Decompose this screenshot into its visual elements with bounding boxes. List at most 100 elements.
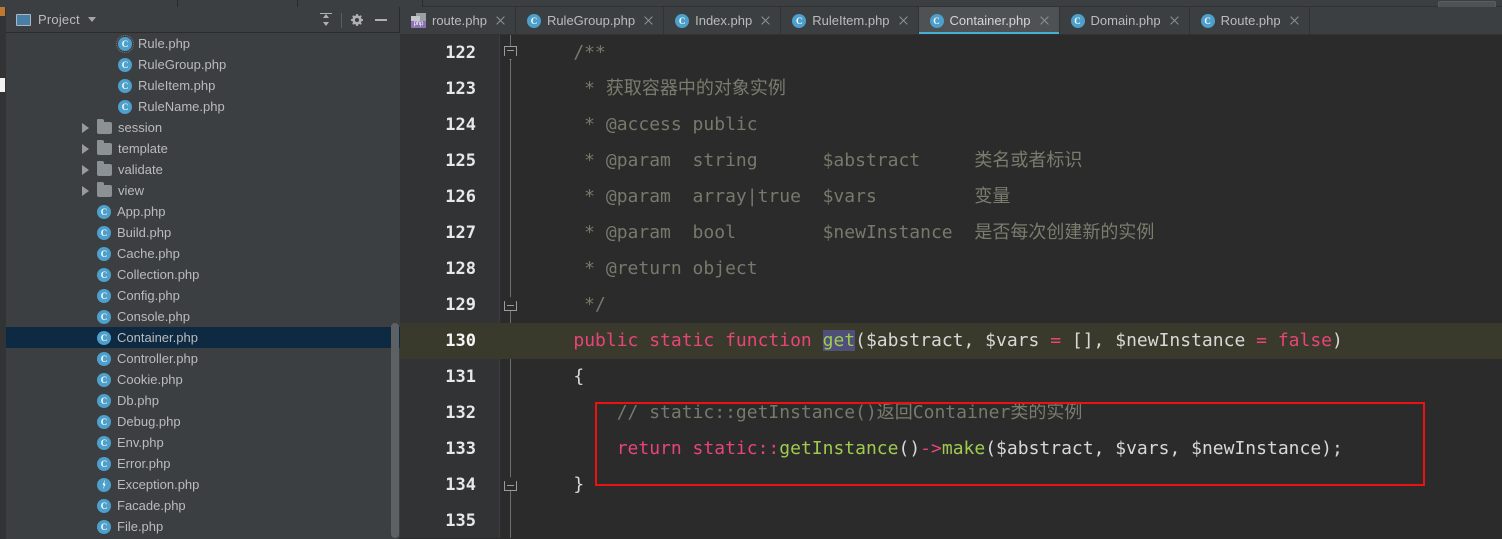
minimize-icon bbox=[375, 19, 387, 21]
tree-item-label: Config.php bbox=[117, 288, 180, 303]
code-line-125[interactable]: 125 * @param string $abstract 类名或者标识 bbox=[400, 143, 1502, 179]
editor-tab-container-php[interactable]: C Container.php bbox=[918, 7, 1060, 34]
tree-item-rule-php[interactable]: C Rule.php bbox=[6, 33, 400, 54]
tree-item-validate[interactable]: validate bbox=[6, 159, 400, 180]
line-number: 134 bbox=[445, 475, 476, 495]
tree-item-error-php[interactable]: C Error.php bbox=[6, 453, 400, 474]
close-icon[interactable] bbox=[495, 15, 506, 26]
code-line-132[interactable]: 132 // static::getInstance()返回Container类… bbox=[400, 395, 1502, 431]
close-icon[interactable] bbox=[1169, 15, 1180, 26]
tree-item-session[interactable]: session bbox=[6, 117, 400, 138]
tree-item-controller-php[interactable]: C Controller.php bbox=[6, 348, 400, 369]
code-token: = bbox=[1256, 330, 1267, 351]
tree-item-collection-php[interactable]: C Collection.php bbox=[6, 264, 400, 285]
php-class-icon: C bbox=[97, 330, 111, 345]
expand-arrow-icon[interactable] bbox=[82, 122, 89, 133]
project-panel-title: Project bbox=[38, 12, 80, 27]
code-token: ) bbox=[1332, 330, 1343, 351]
tree-item-template[interactable]: template bbox=[6, 138, 400, 159]
editor-tab-index-php[interactable]: C Index.php bbox=[664, 7, 782, 34]
line-number: 133 bbox=[445, 439, 476, 459]
code-line-127[interactable]: 127 * @param bool $newInstance 是否每次创建新的实… bbox=[400, 215, 1502, 251]
code-line-122[interactable]: 122 /** bbox=[400, 35, 1502, 71]
tree-item-debug-php[interactable]: C Debug.php bbox=[6, 411, 400, 432]
chevron-down-icon[interactable] bbox=[87, 17, 96, 22]
tree-item-view[interactable]: view bbox=[6, 180, 400, 201]
tree-item-label: Container.php bbox=[117, 330, 198, 345]
expand-arrow-icon[interactable] bbox=[82, 143, 89, 154]
expand-arrow-icon[interactable] bbox=[82, 185, 89, 196]
folder-icon bbox=[97, 181, 112, 197]
code-line-129[interactable]: 129 */ bbox=[400, 287, 1502, 323]
php-class-icon: C bbox=[97, 456, 111, 471]
code-line-131[interactable]: 131 { bbox=[400, 359, 1502, 395]
project-tree-scrollbar-thumb[interactable] bbox=[391, 323, 399, 538]
hide-panel-button[interactable] bbox=[369, 8, 393, 32]
tree-item-config-php[interactable]: C Config.php bbox=[6, 285, 400, 306]
tree-item-label: RuleItem.php bbox=[138, 78, 216, 93]
php-class-icon: C bbox=[792, 13, 807, 28]
tree-item-file-php[interactable]: C File.php bbox=[6, 516, 400, 537]
close-icon[interactable] bbox=[760, 15, 771, 26]
tree-item-ruleitem-php[interactable]: C RuleItem.php bbox=[6, 75, 400, 96]
close-icon[interactable] bbox=[898, 15, 909, 26]
tree-item-label: session bbox=[118, 120, 163, 135]
code-line-130[interactable]: 130 public static function get($abstract… bbox=[400, 323, 1502, 359]
collapse-all-button[interactable] bbox=[314, 8, 338, 32]
code-line-123[interactable]: 123 * 获取容器中的对象实例 bbox=[400, 71, 1502, 107]
tree-item-label: Rule.php bbox=[138, 36, 191, 51]
folder-icon bbox=[97, 139, 112, 155]
code-line-134[interactable]: 134 } bbox=[400, 467, 1502, 503]
editor-tab-route-php[interactable]: php route.php bbox=[400, 7, 516, 34]
tree-item-rulename-php[interactable]: C RuleName.php bbox=[6, 96, 400, 117]
code-line-text: * @param string $abstract 类名或者标识 bbox=[530, 143, 1082, 179]
code-token: */ bbox=[530, 294, 606, 315]
tree-item-cookie-php[interactable]: C Cookie.php bbox=[6, 369, 400, 390]
code-line-135[interactable]: 135 bbox=[400, 503, 1502, 538]
close-icon[interactable] bbox=[643, 15, 654, 26]
tree-item-label: Cache.php bbox=[117, 246, 180, 261]
php-class-icon: C bbox=[116, 34, 134, 53]
project-file-tree[interactable]: C Rule.php C RuleGroup.php C RuleItem.php C Rul… bbox=[6, 33, 400, 538]
close-icon[interactable] bbox=[1039, 15, 1050, 26]
tree-item-app-php[interactable]: C App.php bbox=[6, 201, 400, 222]
line-number: 124 bbox=[445, 115, 476, 135]
code-canvas[interactable]: 122 /** 123 * 获取容器中的对象实例 124 * @access pub… bbox=[400, 35, 1502, 538]
code-token: getInstance bbox=[779, 438, 899, 459]
php-class-icon: C bbox=[97, 435, 111, 450]
project-tree-scrollbar[interactable] bbox=[390, 33, 400, 538]
tree-item-container-php[interactable]: C Container.php bbox=[6, 327, 400, 348]
expand-arrow-icon[interactable] bbox=[82, 164, 89, 175]
tree-item-label: App.php bbox=[117, 204, 166, 219]
tree-item-console-php[interactable]: C Console.php bbox=[6, 306, 400, 327]
tree-item-build-php[interactable]: C Build.php bbox=[6, 222, 400, 243]
editor-area: php route.php C RuleGroup.php C Index.php C Rul… bbox=[400, 7, 1502, 539]
editor-tab-domain-php[interactable]: C Domain.php bbox=[1059, 7, 1190, 34]
project-window-icon bbox=[16, 13, 31, 26]
php-class-icon: C bbox=[97, 372, 111, 387]
toolbar-divider bbox=[341, 12, 342, 28]
code-line-126[interactable]: 126 * @param array|true $vars 变量 bbox=[400, 179, 1502, 215]
tree-item-cache-php[interactable]: C Cache.php bbox=[6, 243, 400, 264]
editor-tab-label: Index.php bbox=[695, 13, 753, 28]
tree-item-facade-php[interactable]: C Facade.php bbox=[6, 495, 400, 516]
tree-item-db-php[interactable]: C Db.php bbox=[6, 390, 400, 411]
tree-item-env-php[interactable]: C Env.php bbox=[6, 432, 400, 453]
code-token: ($abstract, $vars, $newInstance); bbox=[985, 438, 1343, 459]
settings-button[interactable] bbox=[345, 8, 369, 32]
editor-tab-route-php[interactable]: C Route.php bbox=[1189, 7, 1310, 34]
editor-tab-ruleitem-php[interactable]: C RuleItem.php bbox=[781, 7, 919, 34]
code-lines[interactable]: 122 /** 123 * 获取容器中的对象实例 124 * @access pub… bbox=[400, 35, 1502, 538]
code-line-133[interactable]: 133 return static::getInstance()->make($… bbox=[400, 431, 1502, 467]
line-number: 127 bbox=[445, 223, 476, 243]
line-number: 135 bbox=[445, 511, 476, 531]
line-number: 132 bbox=[445, 403, 476, 423]
tree-item-label: Exception.php bbox=[117, 477, 200, 492]
tree-item-exception-php[interactable]: Exception.php bbox=[6, 474, 400, 495]
close-icon[interactable] bbox=[1289, 15, 1300, 26]
editor-tab-rulegroup-php[interactable]: C RuleGroup.php bbox=[515, 7, 665, 34]
code-token: 类名或者标识 bbox=[974, 150, 1083, 171]
code-line-124[interactable]: 124 * @access public bbox=[400, 107, 1502, 143]
tree-item-rulegroup-php[interactable]: C RuleGroup.php bbox=[6, 54, 400, 75]
code-line-128[interactable]: 128 * @return object bbox=[400, 251, 1502, 287]
